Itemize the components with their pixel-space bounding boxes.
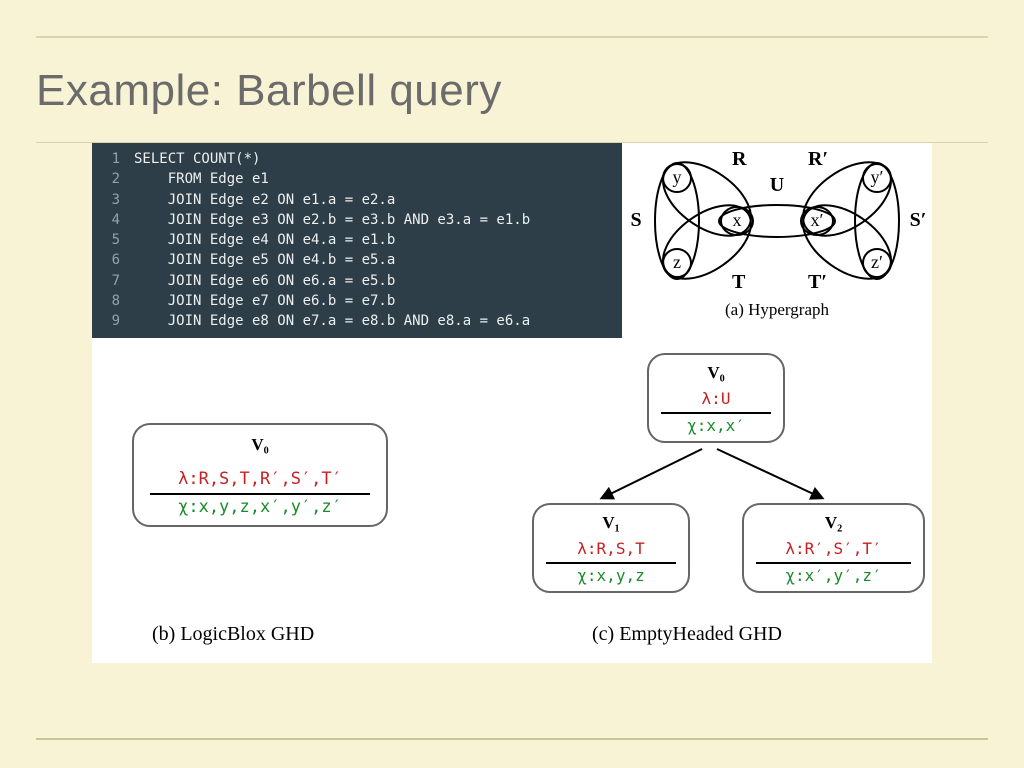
hypergraph-diagram: y x z y′ x′ z′ R S T U R′ S′ T′ (a) Hype… (622, 143, 932, 333)
code-line: 9 JOIN Edge e8 ON e7.a = e8.b AND e8.a =… (92, 311, 622, 331)
code-gutter: 9 (92, 311, 134, 331)
code-text: SELECT COUNT(*) (134, 149, 260, 169)
code-gutter: 2 (92, 169, 134, 189)
sql-code-block: 1SELECT COUNT(*)2 FROM Edge e13 JOIN Edg… (92, 143, 622, 338)
hg-label-T: T (732, 271, 746, 293)
ghd-c-root-chi: χ:x,x′ (661, 416, 771, 435)
content-panel: 1SELECT COUNT(*)2 FROM Edge e13 JOIN Edg… (92, 143, 932, 663)
ghd-c-right-v: V₂ (756, 513, 911, 533)
hg-var-yp: y′ (871, 167, 884, 187)
bottom-rule (36, 738, 988, 740)
ghd-c-left-chi: χ:x,y,z (546, 566, 676, 585)
ghd-c-right: V₂ λ:R′,S′,T′ χ:x′,y′,z′ (742, 503, 925, 593)
code-text: JOIN Edge e4 ON e4.a = e1.b (134, 230, 395, 250)
code-gutter: 5 (92, 230, 134, 250)
ghd-c-root-lambda: λ:U (661, 389, 771, 408)
ghd-c-caption: (c) EmptyHeaded GHD (592, 623, 782, 646)
ghd-c-right-chi: χ:x′,y′,z′ (756, 566, 911, 585)
ghd-c-right-lambda: λ:R′,S′,T′ (756, 539, 911, 558)
top-rule (36, 36, 988, 38)
slide: Example: Barbell query 1SELECT COUNT(*)2… (0, 0, 1024, 768)
code-line: 2 FROM Edge e1 (92, 169, 622, 189)
hg-var-z: z (673, 252, 681, 272)
ghd-b-caption: (b) LogicBlox GHD (152, 623, 314, 646)
code-gutter: 7 (92, 271, 134, 291)
code-line: 4 JOIN Edge e3 ON e2.b = e3.b AND e3.a =… (92, 210, 622, 230)
code-line: 1SELECT COUNT(*) (92, 149, 622, 169)
code-gutter: 3 (92, 190, 134, 210)
code-line: 7 JOIN Edge e6 ON e6.a = e5.b (92, 271, 622, 291)
hg-label-Tp: T′ (808, 271, 827, 293)
code-gutter: 6 (92, 250, 134, 270)
hypergraph-svg: y x z y′ x′ z′ R S T U R′ S′ T′ (622, 143, 932, 298)
code-line: 5 JOIN Edge e4 ON e4.a = e1.b (92, 230, 622, 250)
hg-var-y: y (673, 167, 682, 187)
ghd-c-root: V₀ λ:U χ:x,x′ (647, 353, 785, 443)
hg-label-Sp: S′ (910, 209, 927, 231)
hg-label-S: S (630, 209, 641, 231)
hypergraph-caption: (a) Hypergraph (622, 300, 932, 320)
code-text: JOIN Edge e6 ON e6.a = e5.b (134, 271, 395, 291)
slide-title: Example: Barbell query (36, 66, 988, 116)
hg-label-R: R (732, 148, 747, 170)
ghd-b-vlabel: V₀ (150, 435, 370, 455)
code-text: JOIN Edge e5 ON e4.b = e5.a (134, 250, 395, 270)
ghd-b-lambda: λ:R,S,T,R′,S′,T′ (150, 469, 370, 489)
hg-var-xp: x′ (811, 210, 824, 230)
hg-var-x: x (733, 210, 742, 230)
ghd-b-node: V₀ λ:R,S,T,R′,S′,T′ χ:x,y,z,x′,y′,z′ (132, 423, 388, 527)
code-line: 8 JOIN Edge e7 ON e6.b = e7.b (92, 291, 622, 311)
hg-label-U: U (770, 174, 784, 196)
ghd-c-left-v: V₁ (546, 513, 676, 533)
code-text: JOIN Edge e3 ON e2.b = e3.b AND e3.a = e… (134, 210, 530, 230)
ghd-c-left-lambda: λ:R,S,T (546, 539, 676, 558)
hg-var-zp: z′ (871, 252, 883, 272)
code-text: JOIN Edge e2 ON e1.a = e2.a (134, 190, 395, 210)
code-line: 3 JOIN Edge e2 ON e1.a = e2.a (92, 190, 622, 210)
ghd-b-chi: χ:x,y,z,x′,y′,z′ (150, 497, 370, 517)
code-text: FROM Edge e1 (134, 169, 269, 189)
hg-label-Rp: R′ (808, 148, 828, 170)
code-text: JOIN Edge e7 ON e6.b = e7.b (134, 291, 395, 311)
code-gutter: 4 (92, 210, 134, 230)
code-text: JOIN Edge e8 ON e7.a = e8.b AND e8.a = e… (134, 311, 530, 331)
code-line: 6 JOIN Edge e5 ON e4.b = e5.a (92, 250, 622, 270)
code-gutter: 8 (92, 291, 134, 311)
code-gutter: 1 (92, 149, 134, 169)
ghd-c-left: V₁ λ:R,S,T χ:x,y,z (532, 503, 690, 593)
ghd-c-root-v: V₀ (661, 363, 771, 383)
